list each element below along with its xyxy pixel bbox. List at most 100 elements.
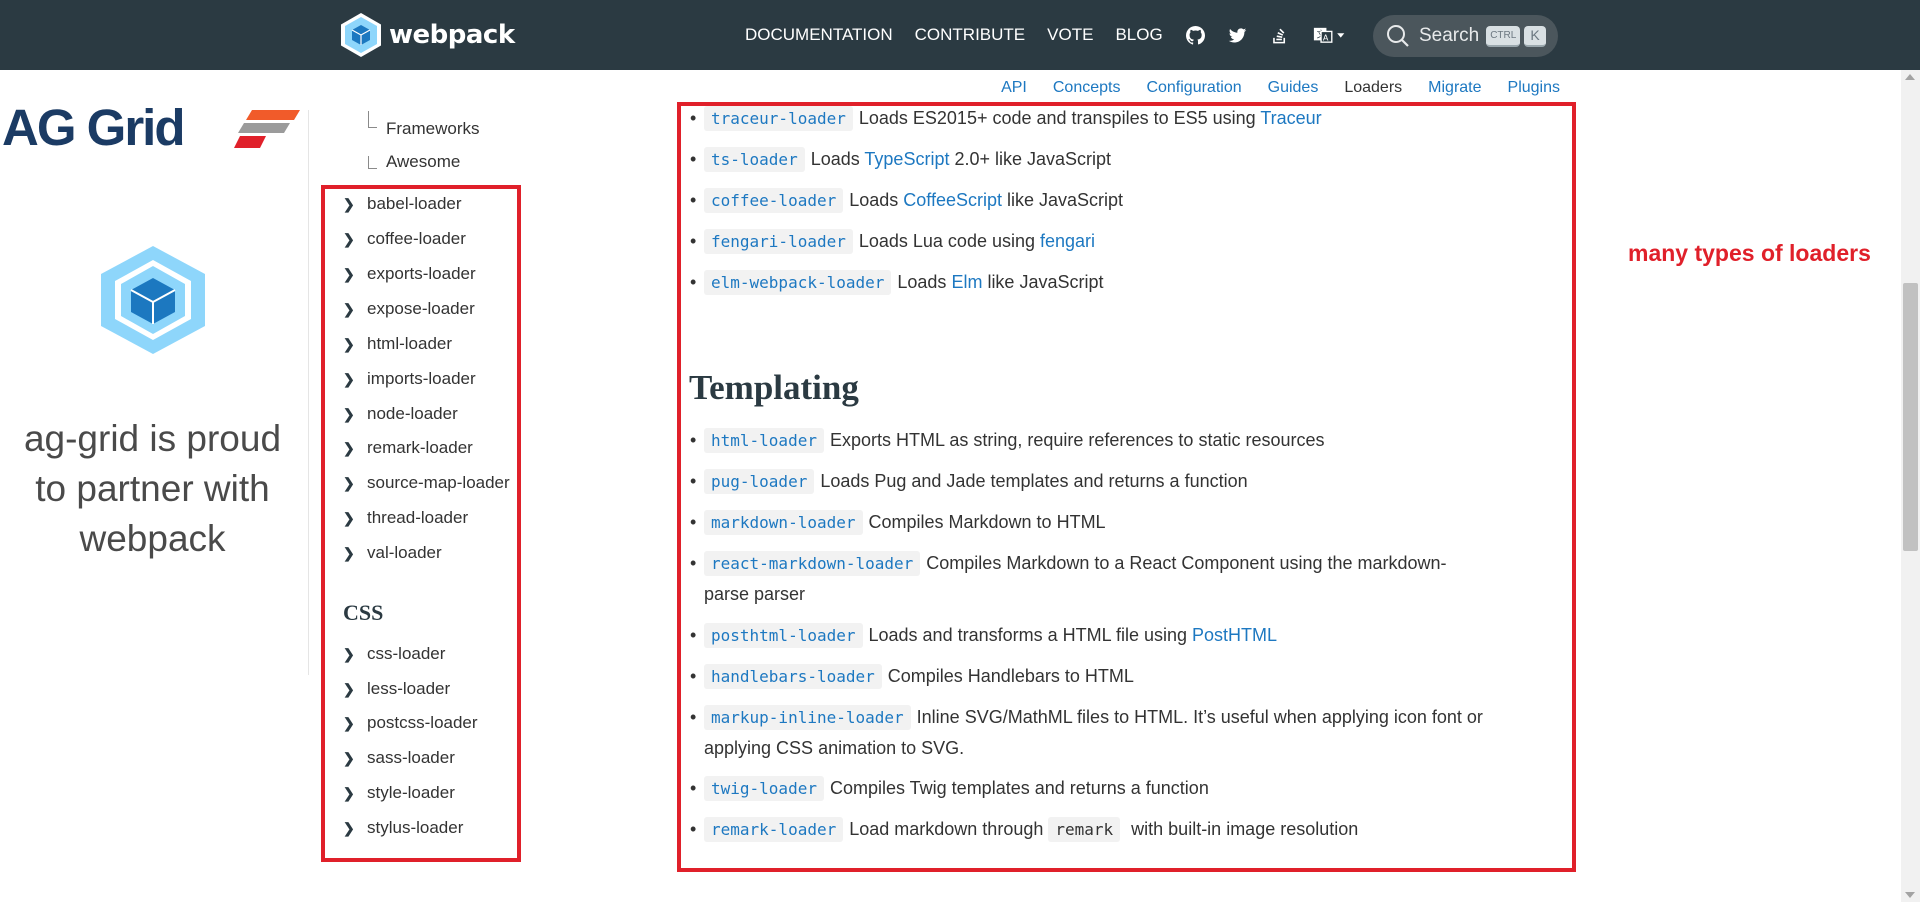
subnav-plugins[interactable]: Plugins: [1508, 79, 1560, 97]
list-item: • coffee-loader Loads CoffeeScript like Ja…: [690, 185, 1564, 216]
scrollbar-thumb[interactable]: [1903, 283, 1918, 551]
loader-code[interactable]: markdown-loader: [704, 510, 863, 535]
bullet: •: [690, 707, 697, 727]
sidebar-item-sass-loader[interactable]: ❯ sass-loader: [343, 745, 455, 771]
bullet: •: [690, 231, 697, 251]
webpack-logo[interactable]: webpack: [339, 12, 515, 58]
link-fengari[interactable]: fengari: [1040, 231, 1095, 251]
loader-code[interactable]: ts-loader: [704, 147, 805, 172]
sidebar-item-less-loader[interactable]: ❯ less-loader: [343, 676, 450, 702]
subnav-concepts[interactable]: Concepts: [1053, 79, 1121, 97]
loader-code[interactable]: fengari-loader: [704, 229, 853, 254]
sidebar-item-frameworks[interactable]: Frameworks: [386, 119, 480, 139]
link-traceur[interactable]: Traceur: [1260, 108, 1321, 128]
loader-code[interactable]: markup-inline-loader: [704, 705, 911, 730]
chevron-right-icon: ❯: [343, 714, 355, 731]
chevron-right-icon: ❯: [343, 474, 355, 491]
chevron-right-icon: ❯: [343, 509, 355, 526]
sidebar-item-html-loader[interactable]: ❯ html-loader: [343, 331, 452, 357]
top-navigation-bar: webpack DOCUMENTATION CONTRIBUTE VOTE BL…: [0, 0, 1920, 70]
bullet: •: [690, 430, 697, 450]
list-item: • handlebars-loader Compiles Handlebars to…: [690, 661, 1564, 692]
sidebar-item-source-map-loader[interactable]: ❯ source-map-loader: [343, 470, 510, 496]
sidebar-item-coffee-loader[interactable]: ❯ coffee-loader: [343, 226, 466, 252]
webpack-ad-cube-icon: [101, 246, 205, 354]
bullet: •: [690, 625, 697, 645]
list-item: • traceur-loader Loads ES2015+ code and tr…: [690, 103, 1564, 134]
sidebar-item-exports-loader[interactable]: ❯ exports-loader: [343, 261, 476, 287]
stackoverflow-icon[interactable]: [1269, 24, 1291, 46]
list-item: • html-loader Exports HTML as string, requ…: [690, 425, 1564, 456]
column-divider: [308, 110, 309, 675]
list-item: • fengari-loader Loads Lua code using feng…: [690, 226, 1564, 257]
ad-tagline[interactable]: ag-grid is proud to partner with webpack: [20, 414, 285, 564]
subnav-configuration[interactable]: Configuration: [1146, 79, 1241, 97]
scroll-down-arrow-icon[interactable]: [1905, 892, 1915, 898]
loader-code[interactable]: pug-loader: [704, 469, 815, 494]
sidebar-item-expose-loader[interactable]: ❯ expose-loader: [343, 296, 475, 322]
bullet: •: [690, 471, 697, 491]
svg-text:A: A: [1323, 33, 1329, 42]
search-button[interactable]: Search CTRL K: [1373, 15, 1558, 57]
github-icon[interactable]: [1185, 24, 1207, 46]
list-item: • react-markdown-loader Compiles Markdown …: [690, 548, 1564, 610]
subnav-migrate[interactable]: Migrate: [1428, 79, 1481, 97]
loader-code[interactable]: handlebars-loader: [704, 664, 882, 689]
sub-navigation: API Concepts Configuration Guides Loader…: [975, 79, 1560, 97]
bullet: •: [690, 149, 697, 169]
loader-code[interactable]: html-loader: [704, 428, 824, 453]
sidebar-item-node-loader[interactable]: ❯ node-loader: [343, 401, 458, 427]
ag-grid-logo[interactable]: AG Grid: [0, 102, 310, 154]
sidebar-item-awesome[interactable]: Awesome: [386, 152, 460, 172]
twitter-icon[interactable]: [1227, 24, 1249, 46]
search-label: Search: [1419, 25, 1480, 46]
sidebar-item-css-loader[interactable]: ❯ css-loader: [343, 641, 445, 667]
chevron-right-icon: ❯: [343, 645, 355, 662]
sidebar-item-stylus-loader[interactable]: ❯ stylus-loader: [343, 815, 463, 841]
loader-code[interactable]: remark-loader: [704, 817, 844, 842]
loader-code[interactable]: coffee-loader: [704, 188, 844, 213]
link-typescript[interactable]: TypeScript: [864, 149, 949, 169]
main-nav: DOCUMENTATION CONTRIBUTE VOTE BLOG 文A: [745, 22, 1421, 48]
link-posthtml[interactable]: PostHTML: [1192, 625, 1277, 645]
list-item: • pug-loader Loads Pug and Jade templates …: [690, 466, 1564, 497]
tree-connector: [368, 111, 377, 128]
loader-code[interactable]: posthtml-loader: [704, 623, 863, 648]
link-coffeescript[interactable]: CoffeeScript: [903, 190, 1002, 210]
chevron-right-icon: ❯: [343, 265, 355, 282]
subnav-api[interactable]: API: [1001, 79, 1027, 97]
translate-icon[interactable]: 文A: [1311, 24, 1349, 46]
ag-grid-logo-text: AG Grid: [2, 99, 186, 156]
tree-connector: [368, 156, 377, 169]
loader-code[interactable]: twig-loader: [704, 776, 824, 801]
bullet: •: [690, 666, 697, 686]
bullet: •: [690, 512, 697, 532]
chevron-right-icon: ❯: [343, 784, 355, 801]
list-item: • markup-inline-loader Inline SVG/MathML f…: [690, 702, 1564, 764]
sidebar-item-style-loader[interactable]: ❯ style-loader: [343, 780, 455, 806]
subnav-guides[interactable]: Guides: [1268, 79, 1319, 97]
loader-code[interactable]: elm-webpack-loader: [704, 270, 892, 295]
sidebar-item-remark-loader[interactable]: ❯ remark-loader: [343, 435, 473, 461]
nav-blog[interactable]: BLOG: [1115, 25, 1162, 45]
sidebar-item-imports-loader[interactable]: ❯ imports-loader: [343, 366, 476, 392]
nav-vote[interactable]: VOTE: [1047, 25, 1093, 45]
nav-documentation[interactable]: DOCUMENTATION: [745, 25, 893, 45]
sidebar-item-babel-loader[interactable]: ❯ babel-loader: [343, 191, 462, 217]
list-item: • posthtml-loader Loads and transforms a H…: [690, 620, 1564, 651]
search-icon: [1387, 25, 1409, 47]
chevron-right-icon: ❯: [343, 819, 355, 836]
sidebar-item-val-loader[interactable]: ❯ val-loader: [343, 540, 442, 566]
loader-code[interactable]: react-markdown-loader: [704, 551, 921, 576]
chevron-right-icon: ❯: [343, 405, 355, 422]
scroll-up-arrow-icon[interactable]: [1905, 74, 1915, 80]
link-elm[interactable]: Elm: [951, 272, 982, 292]
list-item: • elm-webpack-loader Loads Elm like JavaSc…: [690, 267, 1564, 298]
bullet: •: [690, 272, 697, 292]
loader-code[interactable]: traceur-loader: [704, 106, 853, 131]
subnav-loaders[interactable]: Loaders: [1344, 79, 1402, 97]
sidebar-item-postcss-loader[interactable]: ❯ postcss-loader: [343, 710, 478, 736]
sidebar-item-thread-loader[interactable]: ❯ thread-loader: [343, 505, 468, 531]
list-item: • twig-loader Compiles Twig templates and …: [690, 773, 1564, 804]
nav-contribute[interactable]: CONTRIBUTE: [915, 25, 1026, 45]
